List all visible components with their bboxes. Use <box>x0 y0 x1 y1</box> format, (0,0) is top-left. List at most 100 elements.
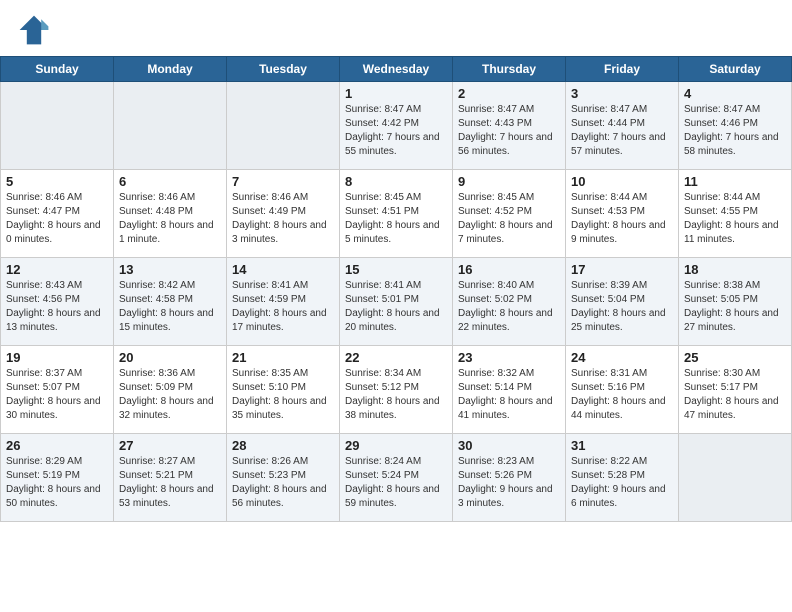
day-number: 20 <box>119 350 221 365</box>
calendar-cell: 29 Sunrise: 8:24 AM Sunset: 5:24 PM Dayli… <box>340 434 453 522</box>
day-number: 25 <box>684 350 786 365</box>
calendar-cell: 12 Sunrise: 8:43 AM Sunset: 4:56 PM Dayli… <box>1 258 114 346</box>
day-info: Sunrise: 8:47 AM Sunset: 4:46 PM Dayligh… <box>684 103 786 159</box>
day-info: Sunrise: 8:23 AM Sunset: 5:26 PM Dayligh… <box>458 455 560 511</box>
day-header-thursday: Thursday <box>453 57 566 82</box>
day-number: 11 <box>684 174 786 189</box>
calendar-cell: 18 Sunrise: 8:38 AM Sunset: 5:05 PM Dayli… <box>679 258 792 346</box>
calendar-week-row: 5 Sunrise: 8:46 AM Sunset: 4:47 PM Daylig… <box>1 170 792 258</box>
day-number: 28 <box>232 438 334 453</box>
calendar-cell <box>1 82 114 170</box>
day-info: Sunrise: 8:35 AM Sunset: 5:10 PM Dayligh… <box>232 367 334 423</box>
calendar-cell: 15 Sunrise: 8:41 AM Sunset: 5:01 PM Dayli… <box>340 258 453 346</box>
day-number: 18 <box>684 262 786 277</box>
calendar-cell: 5 Sunrise: 8:46 AM Sunset: 4:47 PM Daylig… <box>1 170 114 258</box>
calendar-cell: 6 Sunrise: 8:46 AM Sunset: 4:48 PM Daylig… <box>114 170 227 258</box>
day-info: Sunrise: 8:46 AM Sunset: 4:49 PM Dayligh… <box>232 191 334 247</box>
day-number: 6 <box>119 174 221 189</box>
calendar-cell: 9 Sunrise: 8:45 AM Sunset: 4:52 PM Daylig… <box>453 170 566 258</box>
day-number: 9 <box>458 174 560 189</box>
day-info: Sunrise: 8:24 AM Sunset: 5:24 PM Dayligh… <box>345 455 447 511</box>
calendar-cell: 25 Sunrise: 8:30 AM Sunset: 5:17 PM Dayli… <box>679 346 792 434</box>
calendar-cell: 13 Sunrise: 8:42 AM Sunset: 4:58 PM Dayli… <box>114 258 227 346</box>
day-info: Sunrise: 8:43 AM Sunset: 4:56 PM Dayligh… <box>6 279 108 335</box>
day-info: Sunrise: 8:47 AM Sunset: 4:43 PM Dayligh… <box>458 103 560 159</box>
day-number: 17 <box>571 262 673 277</box>
logo <box>16 12 56 48</box>
calendar-cell: 28 Sunrise: 8:26 AM Sunset: 5:23 PM Dayli… <box>227 434 340 522</box>
day-info: Sunrise: 8:36 AM Sunset: 5:09 PM Dayligh… <box>119 367 221 423</box>
day-number: 27 <box>119 438 221 453</box>
calendar-cell: 19Sunrise: 8:37 AM Sunset: 5:07 PM Dayli… <box>1 346 114 434</box>
day-number: 5 <box>6 174 108 189</box>
calendar-cell: 24 Sunrise: 8:31 AM Sunset: 5:16 PM Dayli… <box>566 346 679 434</box>
calendar-table: SundayMondayTuesdayWednesdayThursdayFrid… <box>0 56 792 522</box>
day-info: Sunrise: 8:30 AM Sunset: 5:17 PM Dayligh… <box>684 367 786 423</box>
calendar-cell: 14Sunrise: 8:41 AM Sunset: 4:59 PM Dayli… <box>227 258 340 346</box>
calendar-week-row: 19Sunrise: 8:37 AM Sunset: 5:07 PM Dayli… <box>1 346 792 434</box>
day-info: Sunrise: 8:32 AM Sunset: 5:14 PM Dayligh… <box>458 367 560 423</box>
calendar-cell: 26 Sunrise: 8:29 AM Sunset: 5:19 PM Dayli… <box>1 434 114 522</box>
day-number: 26 <box>6 438 108 453</box>
day-number: 16 <box>458 262 560 277</box>
day-info: Sunrise: 8:47 AM Sunset: 4:42 PM Dayligh… <box>345 103 447 159</box>
calendar-cell <box>679 434 792 522</box>
day-number: 13 <box>119 262 221 277</box>
day-number: 31 <box>571 438 673 453</box>
day-info: Sunrise: 8:42 AM Sunset: 4:58 PM Dayligh… <box>119 279 221 335</box>
day-header-saturday: Saturday <box>679 57 792 82</box>
calendar-cell: 20 Sunrise: 8:36 AM Sunset: 5:09 PM Dayli… <box>114 346 227 434</box>
calendar-cell: 4 Sunrise: 8:47 AM Sunset: 4:46 PM Daylig… <box>679 82 792 170</box>
logo-icon <box>16 12 52 48</box>
day-header-monday: Monday <box>114 57 227 82</box>
day-header-sunday: Sunday <box>1 57 114 82</box>
day-info: Sunrise: 8:46 AM Sunset: 4:47 PM Dayligh… <box>6 191 108 247</box>
calendar-cell: 16 Sunrise: 8:40 AM Sunset: 5:02 PM Dayli… <box>453 258 566 346</box>
day-info: Sunrise: 8:22 AM Sunset: 5:28 PM Dayligh… <box>571 455 673 511</box>
calendar-cell: 11 Sunrise: 8:44 AM Sunset: 4:55 PM Dayli… <box>679 170 792 258</box>
day-number: 4 <box>684 86 786 101</box>
calendar-week-row: 1 Sunrise: 8:47 AM Sunset: 4:42 PM Daylig… <box>1 82 792 170</box>
day-info: Sunrise: 8:41 AM Sunset: 5:01 PM Dayligh… <box>345 279 447 335</box>
day-info: Sunrise: 8:44 AM Sunset: 4:55 PM Dayligh… <box>684 191 786 247</box>
calendar-cell: 27 Sunrise: 8:27 AM Sunset: 5:21 PM Dayli… <box>114 434 227 522</box>
day-number: 10 <box>571 174 673 189</box>
day-number: 24 <box>571 350 673 365</box>
day-info: Sunrise: 8:40 AM Sunset: 5:02 PM Dayligh… <box>458 279 560 335</box>
page-header <box>0 0 792 56</box>
day-number: 23 <box>458 350 560 365</box>
calendar-cell: 22Sunrise: 8:34 AM Sunset: 5:12 PM Dayli… <box>340 346 453 434</box>
calendar-cell <box>114 82 227 170</box>
day-header-friday: Friday <box>566 57 679 82</box>
day-info: Sunrise: 8:47 AM Sunset: 4:44 PM Dayligh… <box>571 103 673 159</box>
day-header-wednesday: Wednesday <box>340 57 453 82</box>
day-number: 8 <box>345 174 447 189</box>
day-info: Sunrise: 8:26 AM Sunset: 5:23 PM Dayligh… <box>232 455 334 511</box>
calendar-cell: 21 Sunrise: 8:35 AM Sunset: 5:10 PM Dayli… <box>227 346 340 434</box>
calendar-cell: 17 Sunrise: 8:39 AM Sunset: 5:04 PM Dayli… <box>566 258 679 346</box>
day-number: 1 <box>345 86 447 101</box>
calendar-cell: 1 Sunrise: 8:47 AM Sunset: 4:42 PM Daylig… <box>340 82 453 170</box>
calendar-header-row: SundayMondayTuesdayWednesdayThursdayFrid… <box>1 57 792 82</box>
day-info: Sunrise: 8:41 AM Sunset: 4:59 PM Dayligh… <box>232 279 334 335</box>
day-number: 12 <box>6 262 108 277</box>
day-info: Sunrise: 8:46 AM Sunset: 4:48 PM Dayligh… <box>119 191 221 247</box>
day-number: 21 <box>232 350 334 365</box>
day-info: Sunrise: 8:45 AM Sunset: 4:52 PM Dayligh… <box>458 191 560 247</box>
day-number: 7 <box>232 174 334 189</box>
day-number: 19 <box>6 350 108 365</box>
day-info: Sunrise: 8:39 AM Sunset: 5:04 PM Dayligh… <box>571 279 673 335</box>
calendar-cell: 3Sunrise: 8:47 AM Sunset: 4:44 PM Daylig… <box>566 82 679 170</box>
calendar-cell: 23 Sunrise: 8:32 AM Sunset: 5:14 PM Dayli… <box>453 346 566 434</box>
calendar-week-row: 26 Sunrise: 8:29 AM Sunset: 5:19 PM Dayli… <box>1 434 792 522</box>
day-info: Sunrise: 8:31 AM Sunset: 5:16 PM Dayligh… <box>571 367 673 423</box>
calendar-cell: 31 Sunrise: 8:22 AM Sunset: 5:28 PM Dayli… <box>566 434 679 522</box>
day-info: Sunrise: 8:27 AM Sunset: 5:21 PM Dayligh… <box>119 455 221 511</box>
day-number: 29 <box>345 438 447 453</box>
calendar-cell: 2 Sunrise: 8:47 AM Sunset: 4:43 PM Daylig… <box>453 82 566 170</box>
day-number: 15 <box>345 262 447 277</box>
day-info: Sunrise: 8:29 AM Sunset: 5:19 PM Dayligh… <box>6 455 108 511</box>
day-info: Sunrise: 8:38 AM Sunset: 5:05 PM Dayligh… <box>684 279 786 335</box>
day-number: 2 <box>458 86 560 101</box>
day-number: 30 <box>458 438 560 453</box>
